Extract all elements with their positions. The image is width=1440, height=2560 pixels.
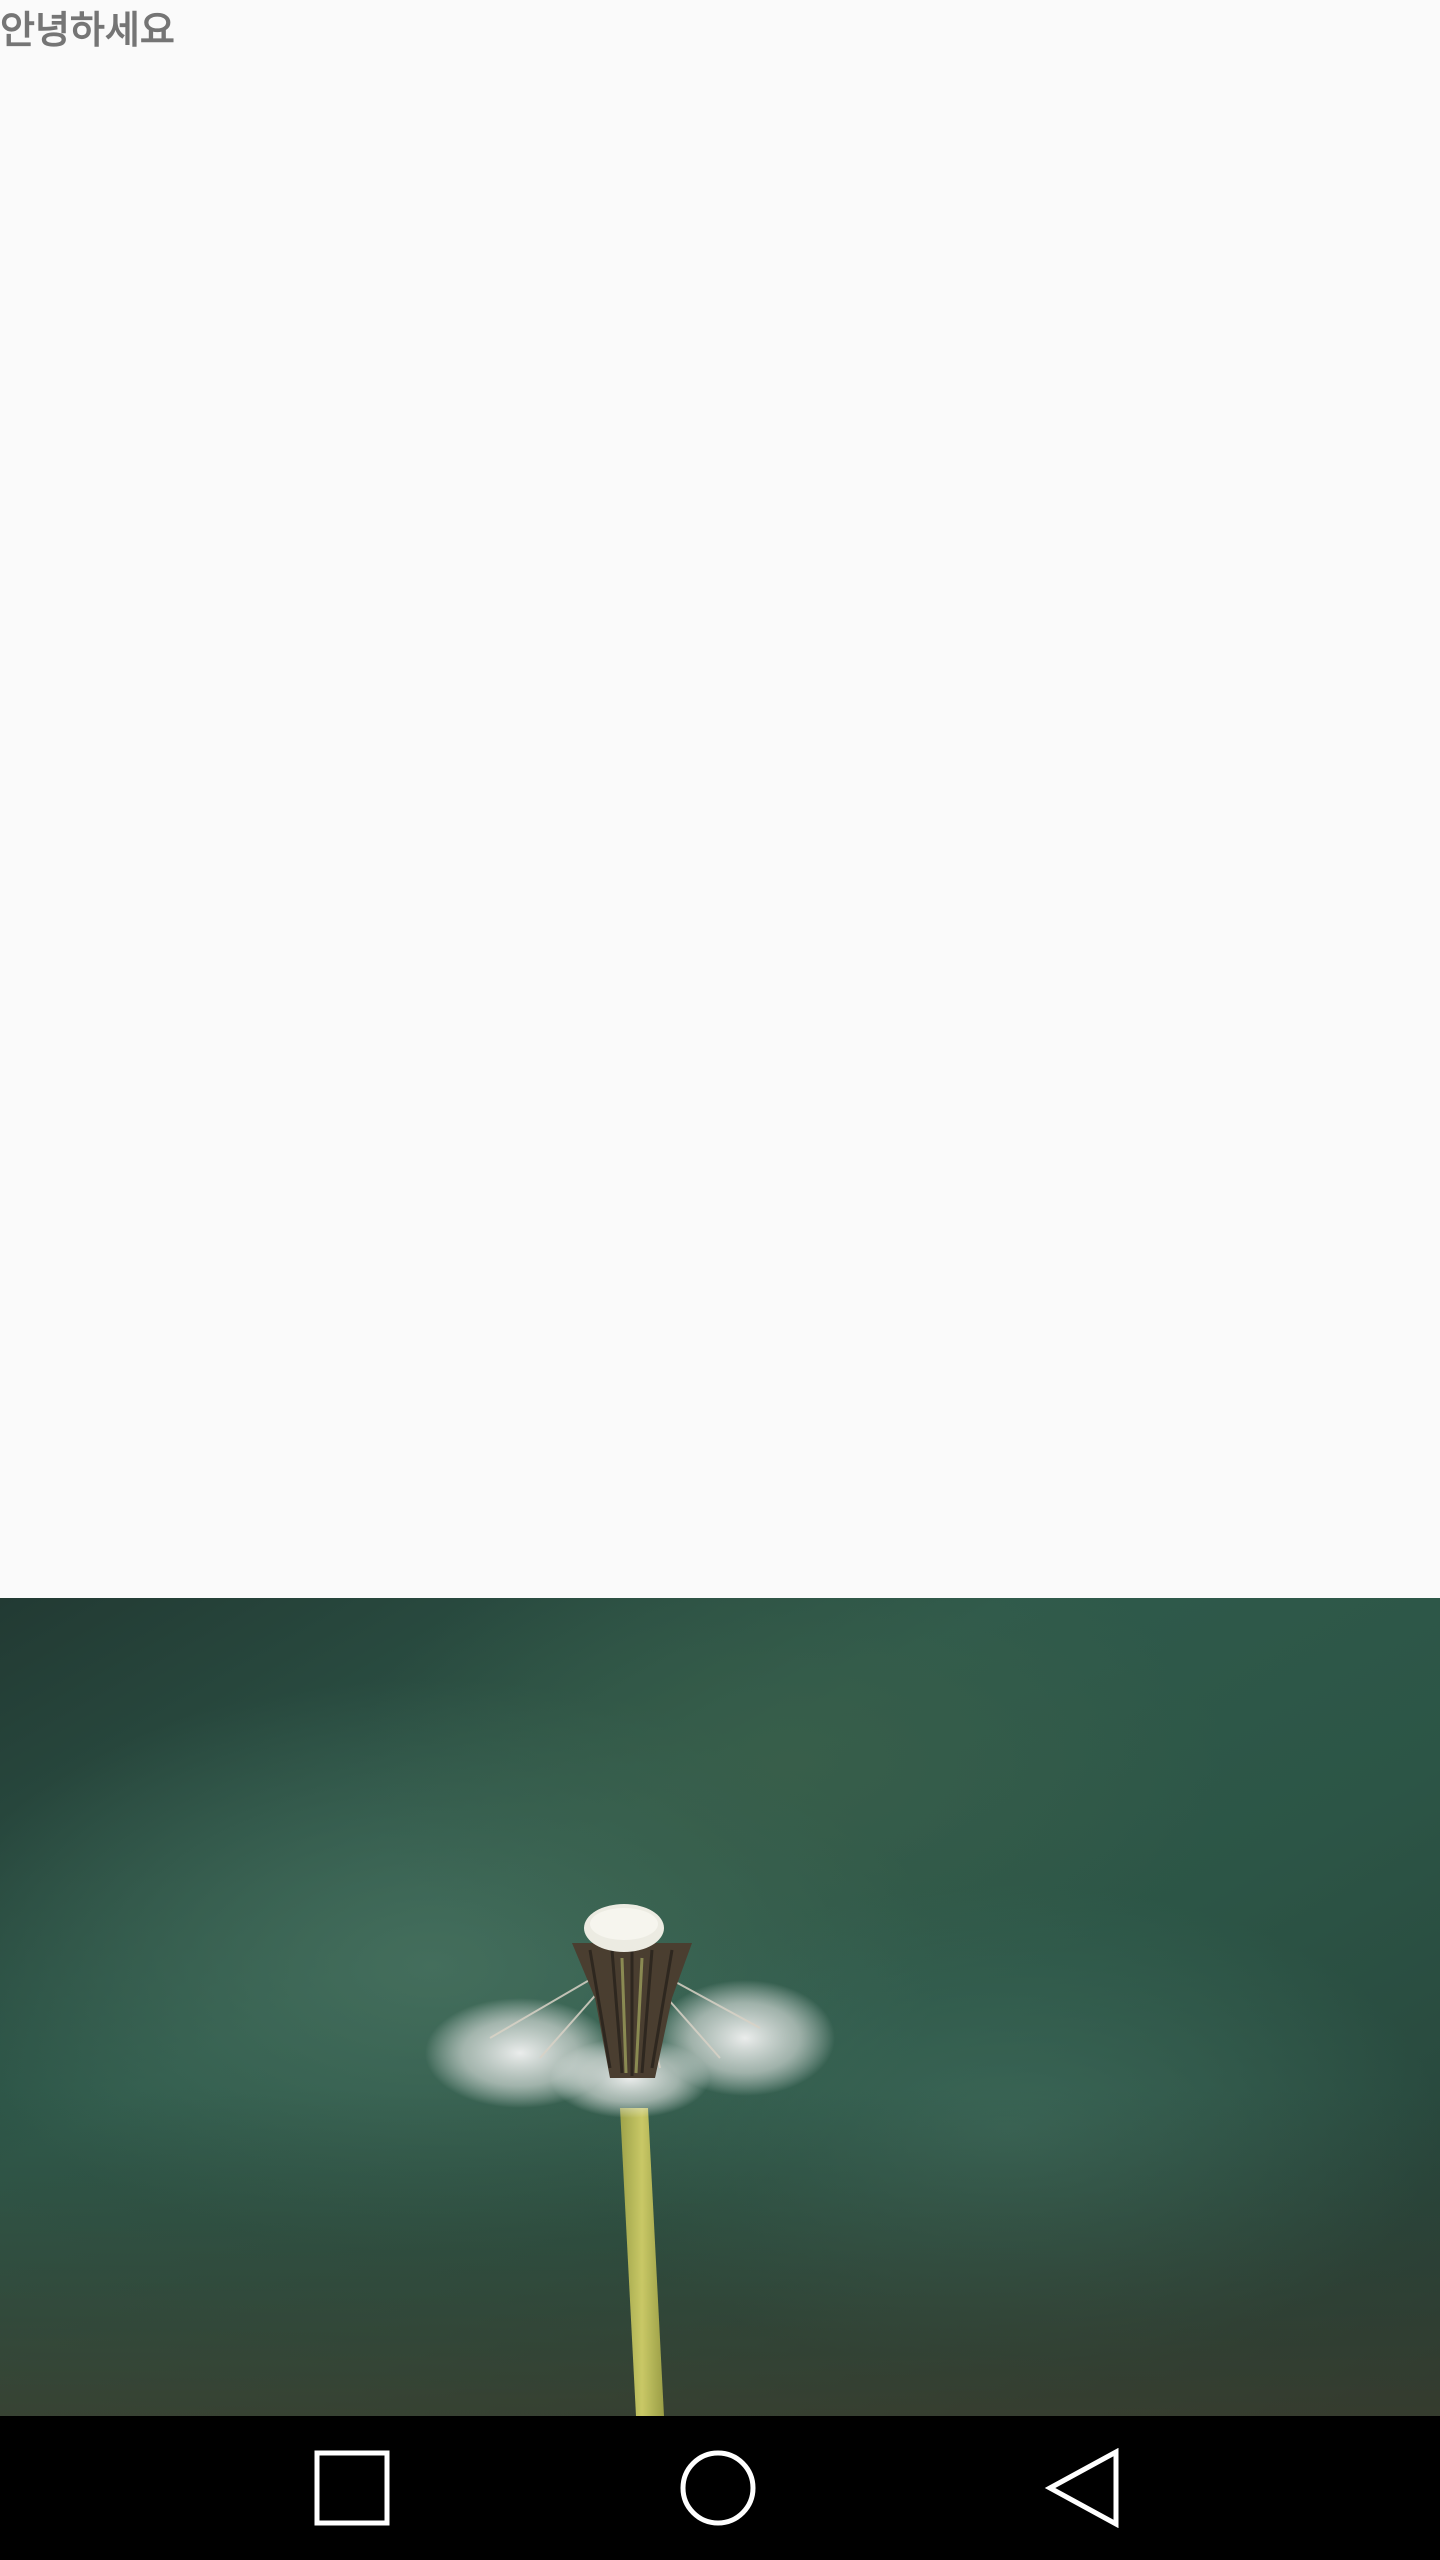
navigation-bar [0,2416,1440,2560]
triangle-back-icon [1044,2448,1119,2528]
back-button[interactable] [1012,2416,1156,2560]
recents-button[interactable] [280,2416,424,2560]
greeting-text: 안녕하세요 [0,8,175,52]
dandelion-image [0,1598,1440,2416]
square-icon [314,2450,390,2526]
app-content: 안녕하세요 [0,0,1440,1598]
dandelion-photo [0,1598,1440,2416]
home-button[interactable] [646,2416,790,2560]
circle-icon [680,2450,756,2526]
